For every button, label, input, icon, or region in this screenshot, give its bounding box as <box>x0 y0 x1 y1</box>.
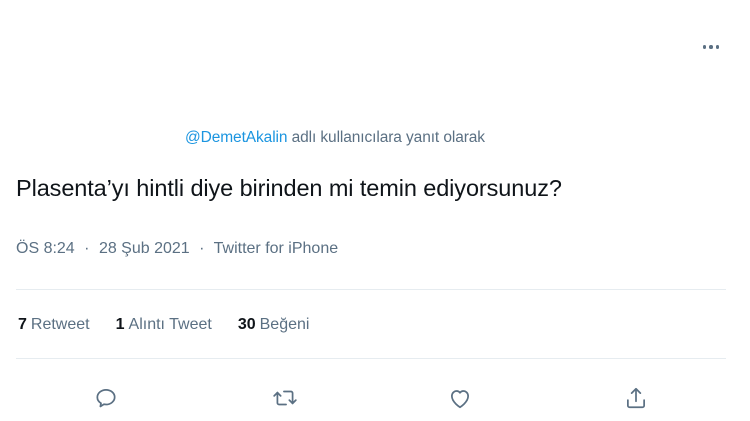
tweet-time[interactable]: ÖS 8:24 <box>16 240 75 257</box>
more-options-button[interactable] <box>696 34 726 60</box>
like-label: Beğeni <box>259 316 310 333</box>
tweet-date[interactable]: 28 Şub 2021 <box>99 240 190 257</box>
share-button[interactable] <box>618 380 654 416</box>
share-icon <box>627 387 645 409</box>
meta-separator: · <box>84 240 90 257</box>
retweet-label: Retweet <box>30 316 90 333</box>
tweet-meta: ÖS 8:24 · 28 Şub 2021 · Twitter for iPho… <box>16 240 338 258</box>
meta-separator: · <box>199 240 205 257</box>
reply-context: @DemetAkalin adlı kullanıcılara yanıt ol… <box>185 129 485 147</box>
retweet-count-link[interactable]: 7 Retweet <box>18 316 90 334</box>
like-count-link[interactable]: 30 Beğeni <box>238 316 310 334</box>
retweet-count: 7 <box>18 316 27 333</box>
quote-count: 1 <box>115 316 125 333</box>
heart-icon <box>451 390 469 409</box>
more-options-icon-dot <box>709 45 713 49</box>
retweet-icon <box>273 390 297 406</box>
reply-context-text: adlı kullanıcılara yanıt olarak <box>287 129 485 146</box>
tweet-text: Plasenta’yı hintli diye birinden mi temi… <box>16 175 562 201</box>
reply-button[interactable] <box>88 380 124 416</box>
mention-link[interactable]: @DemetAkalin <box>185 129 288 146</box>
divider <box>16 289 726 290</box>
more-options-icon <box>702 45 707 49</box>
quote-label: Alıntı Tweet <box>128 316 212 333</box>
more-options-icon-dot <box>715 45 720 49</box>
like-count: 30 <box>237 316 256 333</box>
divider <box>16 358 726 359</box>
tweet-source[interactable]: Twitter for iPhone <box>214 240 339 257</box>
quote-count-link[interactable]: 1 Alıntı Tweet <box>116 316 212 334</box>
retweet-button[interactable] <box>267 380 303 416</box>
tweet-actions <box>0 380 750 416</box>
like-button[interactable] <box>442 380 478 416</box>
tweet-stats: 7 Retweet 1 Alıntı Tweet 30 Beğeni <box>18 316 309 334</box>
reply-icon <box>96 389 116 408</box>
